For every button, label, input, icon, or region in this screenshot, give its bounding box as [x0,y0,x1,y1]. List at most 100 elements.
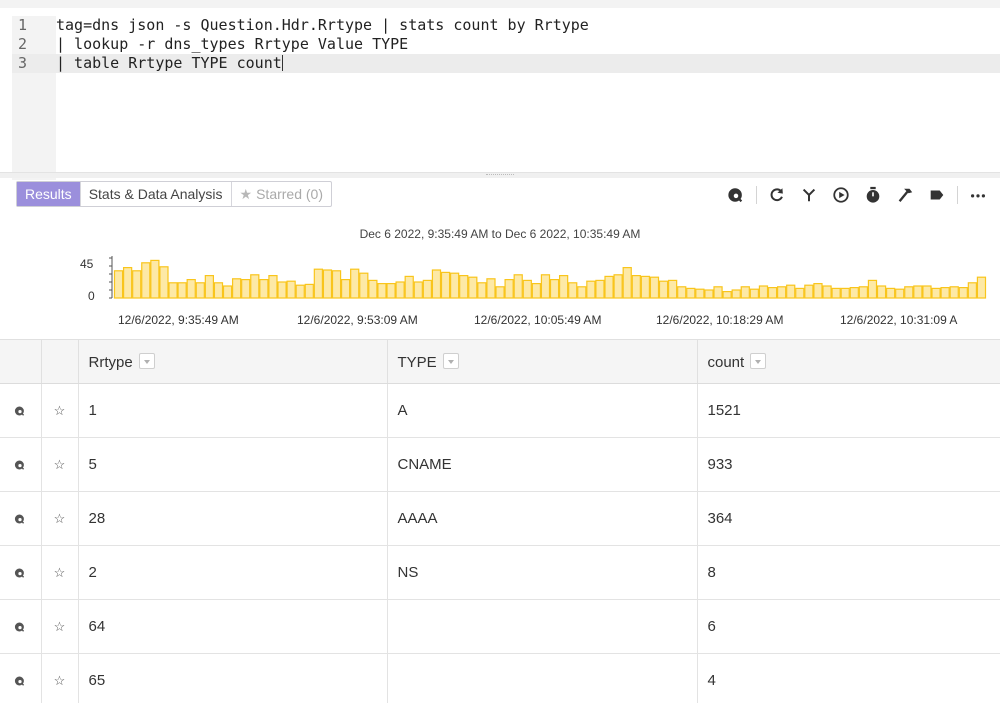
code-line-active[interactable]: 3 | table Rrtype TYPE count [12,54,1000,73]
column-header-rrtype[interactable]: Rrtype [78,339,388,384]
histogram-bar[interactable] [313,268,324,299]
histogram-bar[interactable] [876,285,887,299]
histogram-bar[interactable] [241,279,251,299]
explore-row-icon[interactable] [0,599,42,654]
table-row[interactable]: ☆ 64 6 [0,599,1000,654]
histogram-bar[interactable] [767,286,778,299]
histogram-bar[interactable] [667,279,678,299]
histogram-bar[interactable] [976,276,987,299]
row-star-button[interactable]: ☆ [41,653,79,703]
histogram-bar[interactable] [440,271,451,299]
histogram-bar[interactable] [795,287,805,299]
explore-row-icon[interactable] [0,653,42,703]
histogram-bar[interactable] [449,272,460,299]
histogram-bar[interactable] [213,282,224,299]
histogram-bar[interactable] [177,282,187,299]
query-editor[interactable]: 1 tag=dns json -s Question.Hdr.Rrtype | s… [0,0,1000,180]
hammer-icon[interactable] [889,181,921,209]
table-row[interactable]: ☆ 2 NS 8 [0,545,1000,600]
histogram-bar[interactable] [758,285,769,299]
histogram-bar[interactable] [613,274,623,299]
column-menu-button[interactable] [750,352,767,369]
explore-row-icon[interactable] [0,545,42,600]
table-row[interactable]: ☆ 5 CNAME 933 [0,437,1000,492]
histogram-bar[interactable] [931,287,941,299]
histogram-bar[interactable] [141,262,151,299]
histogram-bar[interactable] [540,274,551,299]
explore-row-icon[interactable] [0,437,42,492]
tab-starred[interactable]: ★ Starred (0) [232,182,331,206]
explore-icon[interactable] [720,181,752,209]
code-line[interactable]: 2 | lookup -r dns_types Rrtype Value TYPE [12,35,1000,54]
histogram-bar[interactable] [322,269,333,299]
histogram-bar[interactable] [631,275,641,299]
histogram-bar[interactable] [895,288,905,299]
histogram-bar[interactable] [413,281,423,299]
histogram-bar[interactable] [722,290,732,299]
histogram-bar[interactable] [731,289,741,299]
histogram-bar[interactable] [804,284,814,299]
tab-stats-data-analysis[interactable]: Stats & Data Analysis [81,182,232,206]
histogram-bar[interactable] [304,283,314,299]
play-icon[interactable] [825,181,857,209]
histogram-bar[interactable] [168,282,178,299]
histogram-bar[interactable] [513,274,523,299]
explore-row-icon[interactable] [0,383,42,438]
row-star-button[interactable]: ☆ [41,599,79,654]
column-menu-button[interactable] [442,352,459,369]
code-line[interactable]: 1 tag=dns json -s Question.Hdr.Rrtype | s… [12,16,1000,35]
histogram-bar[interactable] [268,275,278,299]
histogram-bar[interactable] [595,279,605,299]
histogram-bar[interactable] [568,282,578,299]
fork-icon[interactable] [793,181,825,209]
histogram-bar[interactable] [250,274,260,299]
histogram-bar[interactable] [822,285,832,299]
histogram-bar[interactable] [776,286,787,299]
refresh-icon[interactable] [761,181,793,209]
histogram-bar[interactable] [259,279,269,299]
histogram-bar[interactable] [831,287,841,299]
code-text[interactable]: | table Rrtype TYPE count [56,54,282,72]
histogram-bar[interactable] [949,286,959,299]
timer-icon[interactable] [857,181,889,209]
histogram-bar[interactable] [958,286,968,299]
histogram-bar[interactable] [359,272,369,299]
histogram-bar[interactable] [377,282,387,299]
table-row[interactable]: ☆ 65 4 [0,653,1000,703]
histogram-bar[interactable] [858,286,869,299]
histogram-bar[interactable] [704,289,714,299]
table-row[interactable]: ☆ 28 AAAA 364 [0,491,1000,546]
histogram-bar[interactable] [522,279,532,299]
table-row[interactable]: ☆ 1 A 1521 [0,383,1000,438]
histogram-bar[interactable] [331,270,342,299]
histogram-bar[interactable] [586,280,596,299]
histogram-bar[interactable] [713,286,723,299]
histogram-bar[interactable] [186,279,196,299]
histogram-bar[interactable] [922,285,932,299]
row-star-button[interactable]: ☆ [41,491,79,546]
histogram-bar[interactable] [740,286,750,299]
more-icon[interactable] [962,181,994,209]
histogram-bar[interactable] [849,286,859,299]
timeline-histogram[interactable] [0,248,1000,314]
histogram-bar[interactable] [368,279,378,299]
histogram-bar[interactable] [277,281,287,299]
column-menu-button[interactable] [138,352,155,369]
histogram-bar[interactable] [677,286,687,299]
explore-row-icon[interactable] [0,491,42,546]
histogram-bar[interactable] [640,275,651,299]
row-star-button[interactable]: ☆ [41,437,79,492]
tab-results[interactable]: Results [17,182,81,206]
histogram-bar[interactable] [695,288,705,299]
histogram-bar[interactable] [159,266,169,299]
histogram-bar[interactable] [113,270,124,299]
histogram-bar[interactable] [195,282,205,299]
histogram-bar[interactable] [649,276,660,299]
histogram-bar[interactable] [495,286,505,299]
histogram-bar[interactable] [150,259,160,299]
histogram-bar[interactable] [885,287,896,299]
histogram-bar[interactable] [477,282,487,299]
histogram-bar[interactable] [786,284,796,299]
histogram-bar[interactable] [386,282,396,299]
histogram-bar[interactable] [395,281,405,299]
